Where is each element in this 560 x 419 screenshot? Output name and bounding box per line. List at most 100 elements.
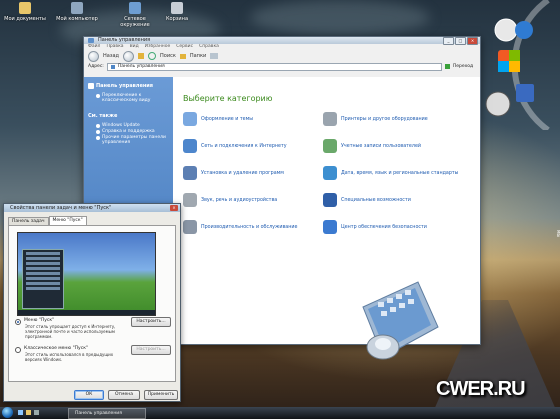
category-user-accounts[interactable]: Учетные записи пользователей: [323, 139, 421, 153]
cancel-button[interactable]: Отмена: [108, 390, 140, 400]
dialog-title: Свойства панели задач и меню "Пуск": [10, 205, 112, 211]
network-icon: [129, 2, 141, 14]
go-arrow-icon: [444, 64, 450, 69]
address-bar: Адрес: Панель управления Переход: [84, 62, 480, 71]
minimize-button[interactable]: _: [443, 37, 454, 45]
customize-classic-menu-button[interactable]: Настроить...: [131, 345, 171, 355]
desktop-icon-computer[interactable]: Мой компьютер: [52, 2, 102, 22]
folder-icon: [19, 2, 31, 14]
category-view: Выберите категорию Оформление и темы При…: [173, 77, 480, 360]
windows-update-link[interactable]: Windows Update: [96, 123, 169, 128]
go-button[interactable]: Переход: [453, 64, 473, 69]
windows-update-icon: [96, 124, 100, 128]
quicklaunch-ie-icon[interactable]: [18, 410, 23, 415]
preview-start-menu: [22, 249, 64, 309]
preview-taskbar: [18, 310, 155, 315]
address-value: Панель управления: [117, 63, 165, 69]
quicklaunch-desktop-icon[interactable]: [34, 410, 39, 415]
apply-button[interactable]: Применить: [144, 390, 178, 400]
speaker-icon: [183, 193, 197, 207]
switch-classic-view-link[interactable]: Переключение к классическому виду: [96, 93, 169, 103]
sidebar-header: Панель управления: [88, 83, 169, 89]
start-menu-radio[interactable]: [15, 319, 21, 325]
taskbar: Панель управления: [0, 407, 560, 419]
dock-launcher: [485, 0, 550, 130]
control-panel-logo-icon: [362, 281, 439, 360]
taskbar-item-control-panel[interactable]: Панель управления: [68, 408, 146, 419]
other-options-link[interactable]: Прочие параметры панели управления: [96, 135, 169, 145]
window-title: Панель управления: [98, 37, 151, 43]
back-arrow-icon[interactable]: [88, 50, 99, 62]
start-button[interactable]: [2, 407, 13, 418]
start-menu-preview: [17, 232, 156, 316]
up-folder-icon[interactable]: [138, 53, 145, 59]
views-icon[interactable]: [210, 53, 219, 59]
menu-favorites[interactable]: Избранное: [145, 44, 171, 50]
recycle-bin-icon: [171, 2, 183, 14]
see-also-header: См. также: [88, 113, 118, 119]
category-security-center[interactable]: Центр обеспечения безопасности: [323, 220, 427, 234]
dialog-close-button[interactable]: ×: [170, 205, 178, 211]
customize-start-menu-button[interactable]: Настроить...: [131, 317, 171, 327]
programs-icon: [183, 166, 197, 180]
menu-tools[interactable]: Сервис: [176, 44, 193, 50]
printer-icon: [323, 112, 337, 126]
help-icon: [96, 130, 100, 134]
folders-icon: [179, 53, 186, 59]
page-title: Выберите категорию: [183, 94, 273, 103]
category-accessibility[interactable]: Специальные возможности: [323, 193, 411, 207]
menu-edit[interactable]: Правка: [106, 44, 123, 50]
toolbar: Назад Поиск Папки: [84, 50, 480, 62]
menu-file[interactable]: Файл: [88, 44, 100, 50]
control-panel-icon: [88, 83, 94, 89]
category-date-time-language[interactable]: Дата, время, язык и региональные стандар…: [323, 166, 458, 180]
address-field[interactable]: Панель управления: [106, 62, 442, 71]
category-printers[interactable]: Принтеры и другое оборудование: [323, 112, 428, 126]
start-menu-description: Этот стиль упрощает доступ к Интернету, …: [25, 324, 116, 339]
taskbar-properties-dialog: Свойства панели задач и меню "Пуск" × Па…: [3, 203, 181, 402]
performance-icon: [183, 220, 197, 234]
folders-button[interactable]: Папки: [190, 53, 206, 59]
ok-button[interactable]: ОК: [74, 390, 104, 400]
dialog-tabs: Панель задач Меню "Пуск": [8, 216, 180, 225]
control-panel-small-icon: [110, 64, 115, 69]
desktop-icon-documents[interactable]: Мои документы: [0, 2, 50, 22]
window-titlebar[interactable]: Панель управления _ □ ×: [84, 37, 480, 45]
network-icon: [183, 139, 197, 153]
options-icon: [96, 136, 100, 140]
tab-taskbar[interactable]: Панель задач: [8, 217, 49, 225]
globe-clock-icon: [323, 166, 337, 180]
classic-start-menu-description: Этот стиль использовался в предыдущих ве…: [25, 352, 114, 362]
search-button[interactable]: Поиск: [160, 53, 176, 59]
menu-view[interactable]: Вид: [130, 44, 139, 50]
users-icon: [323, 139, 337, 153]
close-button[interactable]: ×: [467, 37, 478, 45]
watermark: CWER.RU: [436, 378, 526, 400]
category-sound[interactable]: Звук, речь и аудиоустройства: [183, 193, 277, 207]
classic-start-menu-radio[interactable]: [15, 347, 21, 353]
computer-icon: [71, 2, 83, 14]
dialog-titlebar[interactable]: Свойства панели задач и меню "Пуск" ×: [4, 204, 180, 212]
quicklaunch-folder-icon[interactable]: [26, 410, 31, 415]
category-performance[interactable]: Производительность и обслуживание: [183, 220, 297, 234]
forward-arrow-icon[interactable]: [123, 50, 135, 62]
category-network[interactable]: Сеть и подключения к Интернету: [183, 139, 287, 153]
control-panel-icon: [88, 38, 94, 43]
desktop-icon-recycle-bin[interactable]: Корзина: [152, 2, 202, 22]
appearance-icon: [183, 112, 197, 126]
start-menu-tab-panel: Меню "Пуск" Этот стиль упрощает доступ к…: [8, 225, 176, 382]
tab-start-menu[interactable]: Меню "Пуск": [48, 216, 87, 225]
category-appearance[interactable]: Оформление и темы: [183, 112, 253, 126]
shield-icon: [323, 220, 337, 234]
menu-help[interactable]: Справка: [199, 44, 219, 50]
category-add-remove-programs[interactable]: Установка и удаление программ: [183, 166, 284, 180]
sidebar-caption: Mbi: [556, 230, 560, 238]
back-button[interactable]: Назад: [103, 53, 119, 59]
address-label: Адрес:: [88, 64, 104, 69]
accessibility-icon: [323, 193, 337, 207]
maximize-button[interactable]: □: [455, 37, 466, 45]
help-support-link[interactable]: Справка и поддержка: [96, 129, 169, 134]
search-icon: [148, 52, 157, 60]
cloud: [250, 0, 430, 35]
switch-view-icon: [96, 94, 100, 98]
